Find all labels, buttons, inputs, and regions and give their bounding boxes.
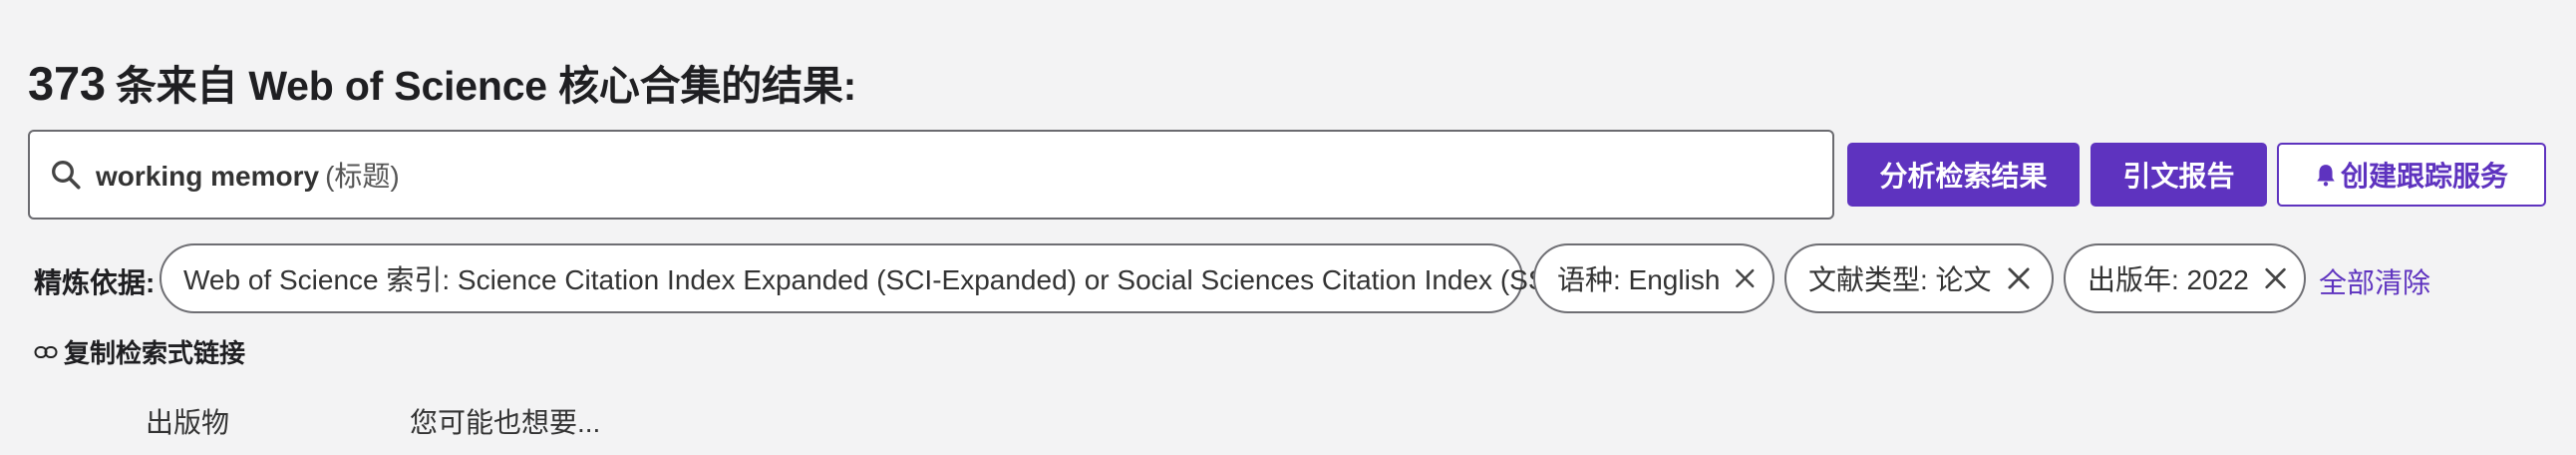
close-icon[interactable] (1734, 265, 1757, 291)
citation-report-button[interactable]: 引文报告 (2091, 143, 2267, 207)
create-alert-button[interactable]: 创建跟踪服务 (2277, 143, 2546, 207)
copy-query-link[interactable]: 复制检索式链接 (34, 333, 245, 370)
results-title: 373 条来自 Web of Science 核心合集的结果: (28, 52, 856, 112)
filter-chip-doctype[interactable]: 文献类型: 论文 (1784, 243, 2054, 313)
close-icon[interactable] (2263, 265, 2288, 291)
filter-chip-label: 文献类型: 论文 (1808, 264, 1992, 295)
results-title-text: 条来自 Web of Science 核心合集的结果: (115, 63, 857, 109)
analyze-results-button[interactable]: 分析检索结果 (1847, 143, 2080, 207)
search-query: working memory (标题) (96, 155, 400, 195)
results-count: 373 (28, 57, 106, 110)
refine-label: 精炼依据: (34, 267, 156, 298)
filter-chip-index[interactable]: Web of Science 索引: Science Citation Inde… (160, 243, 1584, 313)
filter-chip-year[interactable]: 出版年: 2022 (2064, 243, 2306, 313)
bell-icon (2317, 165, 2335, 187)
suggestions-column-label: 您可能也想要... (410, 407, 601, 438)
search-term: working memory (96, 161, 320, 192)
copy-query-link-label: 复制检索式链接 (64, 338, 246, 368)
filter-chip-label: 语种: English (1557, 264, 1721, 295)
create-alert-label: 创建跟踪服务 (2340, 161, 2508, 192)
search-icon (52, 161, 81, 190)
clear-all-link[interactable]: 全部清除 (2319, 261, 2430, 301)
filter-chip-label: Web of Science 索引: Science Citation Inde… (183, 264, 1584, 295)
filter-chip-label: 出版年: 2022 (2088, 264, 2249, 295)
link-icon (34, 345, 58, 358)
search-field: (标题) (325, 161, 400, 192)
filter-chip-language[interactable]: 语种: English (1533, 243, 1774, 313)
publications-column-label: 出版物 (146, 407, 230, 438)
close-icon[interactable] (2006, 265, 2032, 291)
search-query-box[interactable]: working memory (标题) (28, 130, 1834, 220)
